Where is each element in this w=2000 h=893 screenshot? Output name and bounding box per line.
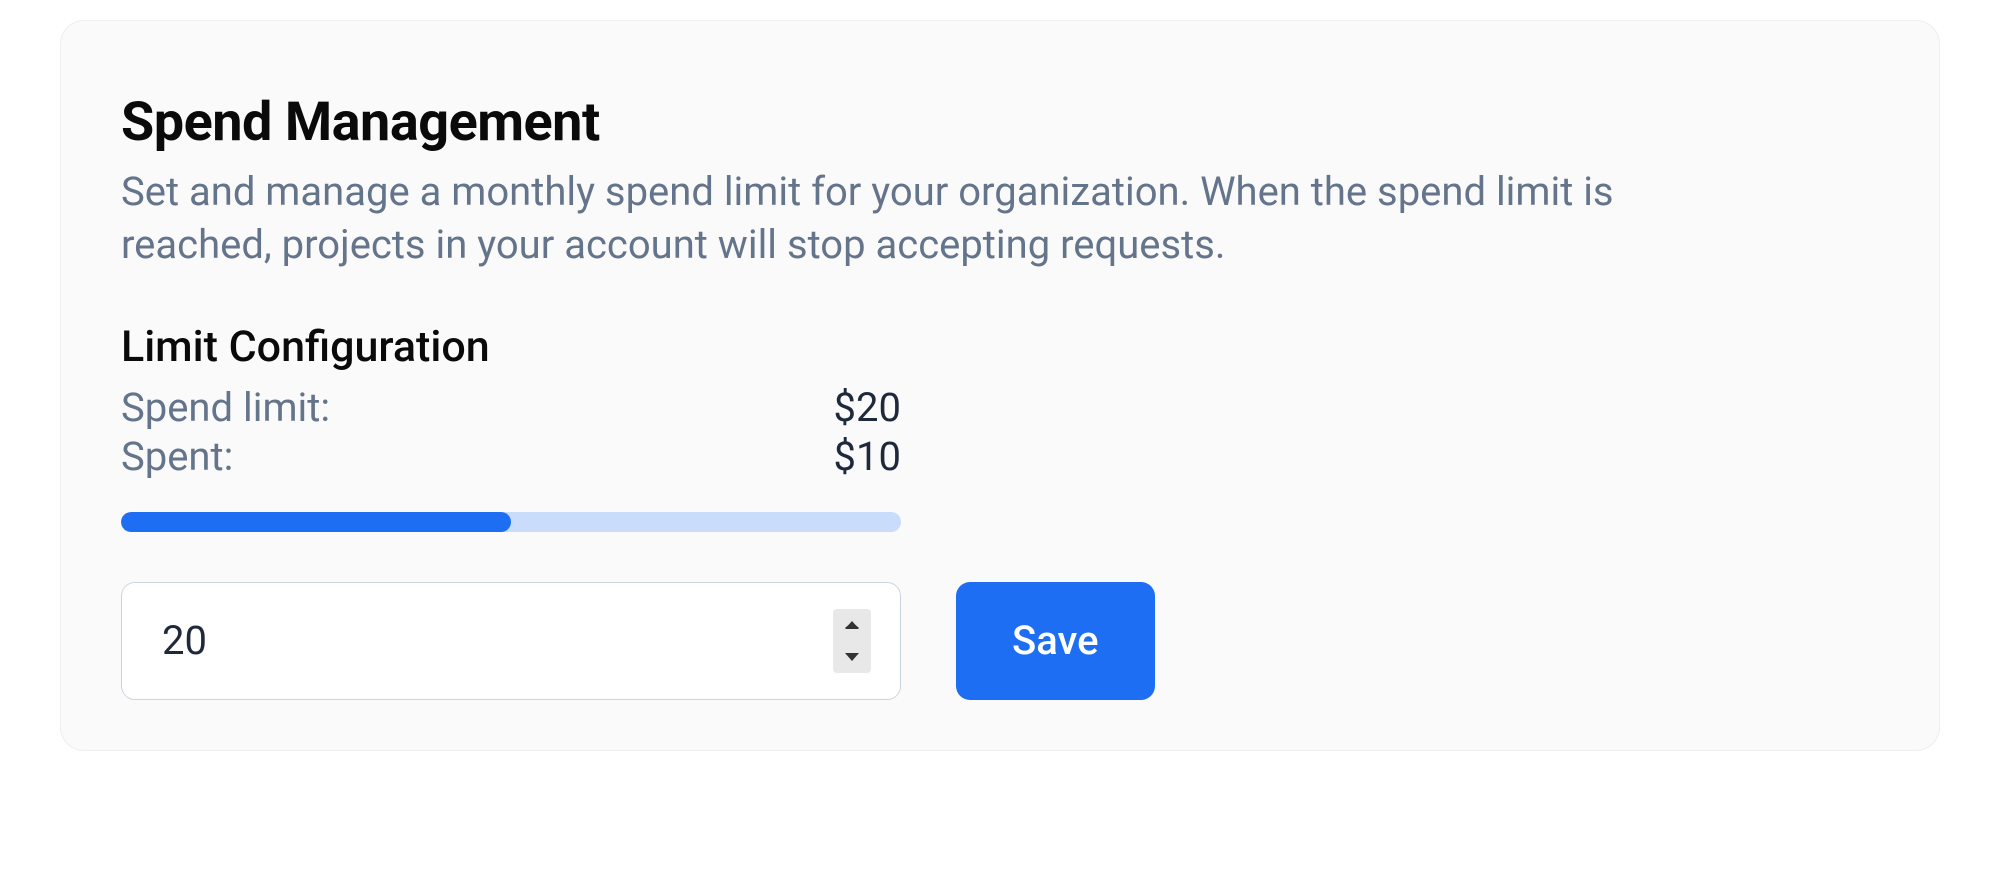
spend-limit-value: $20	[834, 384, 901, 431]
spend-limit-input[interactable]	[121, 582, 901, 700]
limit-info-grid: Spend limit: $20 Spent: $10	[121, 384, 901, 480]
stepper-up-button[interactable]	[833, 609, 871, 641]
spent-label: Spent:	[121, 433, 233, 480]
spend-progress-bar	[121, 512, 901, 532]
stepper-down-button[interactable]	[833, 641, 871, 673]
section-title: Spend Management	[121, 91, 1879, 154]
spend-management-card: Spend Management Set and manage a monthl…	[60, 20, 1940, 751]
spent-value: $10	[834, 433, 901, 480]
spend-progress-fill	[121, 512, 511, 532]
spend-limit-row: Spend limit: $20	[121, 384, 901, 431]
limit-input-wrapper	[121, 582, 901, 700]
spend-limit-label: Spend limit:	[121, 384, 330, 431]
save-button[interactable]: Save	[956, 582, 1155, 700]
chevron-down-icon	[844, 652, 860, 662]
chevron-up-icon	[844, 620, 860, 630]
spent-row: Spent: $10	[121, 433, 901, 480]
limit-form-row: Save	[121, 582, 1879, 700]
limit-config-title: Limit Configuration	[121, 322, 1879, 372]
section-description: Set and manage a monthly spend limit for…	[121, 166, 1771, 272]
number-stepper	[833, 609, 871, 673]
